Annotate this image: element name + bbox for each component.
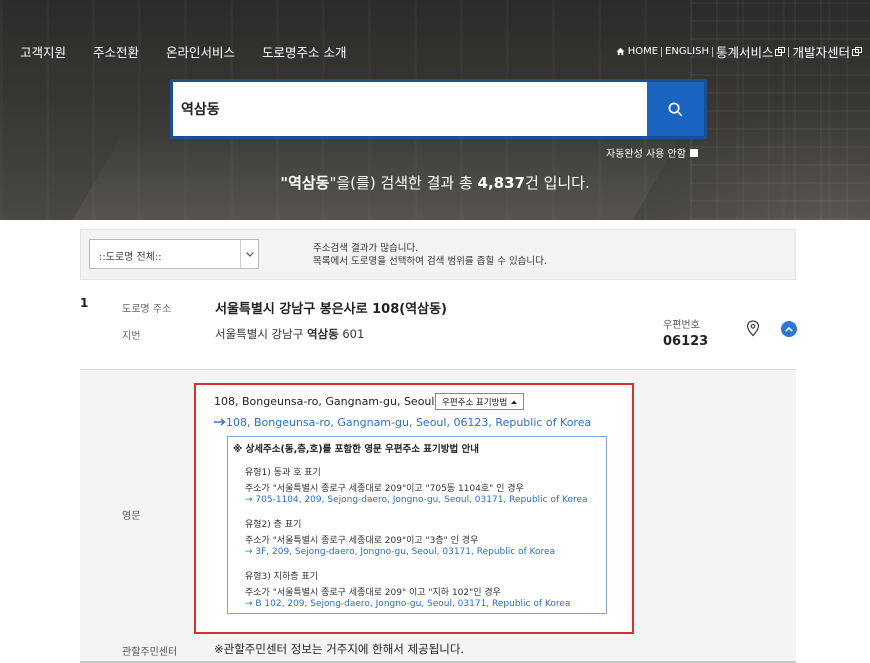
nav-item-address-conversion[interactable]: 주소전환 <box>93 42 139 61</box>
result-summary: "역삼동"을(를) 검색한 결과 총 4,837건 입니다. <box>0 172 870 193</box>
home-label: HOME <box>627 46 659 57</box>
jibun-address-prefix: 서울특별시 강남구 <box>215 327 307 341</box>
english-link[interactable]: ENGLISH <box>665 46 709 57</box>
separator <box>711 46 713 57</box>
road-name-select[interactable]: ::도로명 전체:: <box>89 239 259 269</box>
result-summary-middle: "을(를) 검색한 결과 총 <box>329 174 478 192</box>
filter-message-line1: 주소검색 결과가 많습니다. <box>313 243 419 254</box>
home-icon <box>616 47 625 56</box>
search-button[interactable] <box>647 82 704 136</box>
checkbox-icon[interactable] <box>689 148 698 157</box>
jibun-address: 서울특별시 강남구 역삼동 601 <box>215 326 364 342</box>
guide-type-example: → 705-1104, 209, Sejong-daero, Jongno-gu… <box>245 495 588 505</box>
stats-service-link[interactable]: 통계서비스 <box>716 42 774 61</box>
zip-code: 06123 <box>663 334 709 349</box>
autocomplete-label: 자동완성 사용 안함 <box>606 149 686 160</box>
result-summary-suffix: 건 입니다. <box>525 174 590 192</box>
nav-item-road-address-intro[interactable]: 도로명주소 소개 <box>262 42 346 61</box>
community-center-label: 관할주민센터 <box>122 647 178 658</box>
chevron-up-icon <box>785 326 793 332</box>
filter-message: 주소검색 결과가 많습니다. 목록에서 도로명을 선택하여 검색 범위를 좁힐 … <box>313 242 547 268</box>
search-input[interactable] <box>173 82 647 136</box>
filter-message-line2: 목록에서 도로명을 선택하여 검색 범위를 좁힐 수 있습니다. <box>313 256 547 267</box>
guide-type-example: → 3F, 209, Sejong-daero, Jongno-gu, Seou… <box>245 547 556 557</box>
community-center-message: ※관할주민센터 정보는 거주지에 한해서 제공됩니다. <box>214 642 465 656</box>
jibun-address-keyword: 역삼동 <box>306 327 339 341</box>
guide-type-title: 유형2) 층 표기 <box>245 520 302 530</box>
result-summary-quote-open: " <box>280 174 289 192</box>
guide-type-body: 주소가 "서울특별시 종로구 세종대로 209" 이고 "지하 102"인 경우 <box>245 588 501 598</box>
separator <box>788 46 790 57</box>
map-pin-button[interactable] <box>746 320 760 341</box>
result-summary-count: 4,837 <box>477 174 525 192</box>
developer-center-link[interactable]: 개발자센터 <box>792 42 850 61</box>
jibun-label: 지번 <box>122 331 141 342</box>
postal-format-button[interactable]: 우편주소 표기방법 <box>435 393 525 410</box>
zip-label: 우편번호 <box>663 320 700 331</box>
filter-bar: ::도로명 전체:: 주소검색 결과가 많습니다. 목록에서 도로명을 선택하여… <box>80 229 796 280</box>
search-box <box>170 79 707 139</box>
english-postal-address: 108, Bongeunsa-ro, Gangnam-gu, Seoul, 06… <box>214 416 591 429</box>
road-address-label: 도로명 주소 <box>122 304 172 315</box>
collapse-button[interactable] <box>781 321 797 337</box>
postal-format-button-label: 우편주소 표기방법 <box>442 397 508 408</box>
english-address: 108, Bongeunsa-ro, Gangnam-gu, Seoul <box>214 395 435 408</box>
map-pin-icon <box>746 320 760 337</box>
guide-type-example: → B 102, 209, Sejong-daero, Jongno-gu, S… <box>245 599 571 609</box>
nav-item-online-service[interactable]: 온라인서비스 <box>166 42 235 61</box>
arrow-right-icon <box>214 418 226 426</box>
autocomplete-toggle[interactable]: 자동완성 사용 안함 <box>606 145 698 160</box>
main-nav: 고객지원 주소전환 온라인서비스 도로명주소 소개 <box>20 42 347 61</box>
separator <box>661 46 663 57</box>
jibun-address-suffix: 601 <box>338 327 365 341</box>
english-postal-address-text: 108, Bongeunsa-ro, Gangnam-gu, Seoul, 06… <box>226 416 592 429</box>
caret-up-icon <box>511 400 518 404</box>
search-icon <box>668 102 683 116</box>
new-window-icon <box>775 47 786 56</box>
guide-type-body: 주소가 "서울특별시 종로구 세종대로 209"이고 "705동 1104호" … <box>245 484 524 494</box>
guide-type-body: 주소가 "서울특별시 종로구 세종대로 209"이고 "3층" 인 경우 <box>245 536 479 546</box>
guide-type-title: 유형3) 지하층 표기 <box>245 572 318 582</box>
new-window-icon <box>852 47 862 56</box>
guide-title: ※ 상세주소(동,층,호)를 포함한 영문 우편주소 표기방법 안내 <box>233 444 480 455</box>
nav-item-support[interactable]: 고객지원 <box>20 42 66 61</box>
result-summary-keyword: 역삼동 <box>288 174 330 192</box>
chevron-down-icon[interactable] <box>240 240 258 268</box>
result-index: 1 <box>80 296 89 310</box>
guide-type-title: 유형1) 동과 호 표기 <box>245 468 321 478</box>
utility-nav: HOME ENGLISH 통계서비스 개발자센터 <box>616 42 862 61</box>
road-address: 서울특별시 강남구 봉은사로 108(역삼동) <box>215 302 447 317</box>
road-name-select-value: ::도로명 전체:: <box>99 252 162 263</box>
english-label: 영문 <box>122 511 141 522</box>
home-link[interactable]: HOME <box>616 46 658 57</box>
